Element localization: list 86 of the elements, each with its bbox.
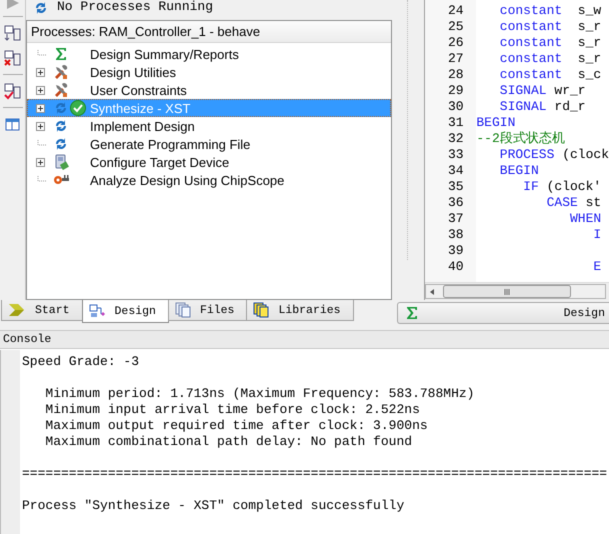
toolbar-button[interactable] bbox=[2, 49, 22, 67]
window-icon bbox=[5, 116, 20, 132]
line-number: 30 bbox=[447, 99, 465, 115]
check-icon bbox=[4, 82, 22, 100]
panel-header: Processes: RAM_Controller_1 - behave bbox=[27, 21, 391, 43]
hierarchy-icon bbox=[88, 303, 106, 319]
refresh-icon bbox=[53, 136, 69, 152]
console-line: Process "Synthesize - XST" completed successfully bbox=[22, 498, 406, 514]
line-number: 40 bbox=[447, 259, 465, 275]
panel-tab[interactable]: Design bbox=[82, 300, 169, 323]
code-text: IF bbox=[522, 179, 539, 195]
sigma-icon bbox=[53, 46, 69, 62]
line-number: 24 bbox=[447, 3, 465, 19]
code-text: WHEN bbox=[568, 211, 602, 227]
console-line: Minimum period: 1.713ns (Maximum Frequency: 583.788MHz) bbox=[44, 386, 476, 402]
sigma-icon bbox=[404, 305, 420, 321]
tools-icon bbox=[53, 82, 69, 98]
code-text: (clock' bbox=[546, 179, 602, 195]
code-text: rd_r bbox=[553, 99, 586, 115]
code-text: s_c bbox=[576, 67, 602, 83]
code-text: s_r bbox=[576, 19, 602, 35]
panel-tab[interactable]: Start bbox=[1, 300, 83, 321]
chevron-icon bbox=[8, 302, 26, 318]
console-line: Minimum input arrival time before clock: 2.522ns bbox=[44, 402, 421, 418]
code-text: CASE bbox=[546, 195, 578, 211]
process-item[interactable]: User Constraints bbox=[27, 81, 391, 99]
code-text: SIGNAL bbox=[498, 83, 547, 99]
panel-tab[interactable]: Files bbox=[168, 300, 248, 321]
console-line: =========================================================================== bbox=[22, 466, 608, 482]
line-number: 29 bbox=[447, 83, 465, 99]
code-text: st bbox=[584, 195, 602, 211]
process-item[interactable]: Implement Design bbox=[27, 117, 391, 135]
code-text: I bbox=[592, 227, 602, 243]
line-number: 34 bbox=[447, 163, 465, 179]
code-text: s_r bbox=[576, 35, 602, 51]
code-text: SIGNAL bbox=[498, 99, 547, 115]
code-text: s_r bbox=[576, 51, 602, 67]
process-item[interactable]: Design Utilities bbox=[27, 63, 391, 81]
line-number: 26 bbox=[447, 35, 465, 51]
console-line: Maximum combinational path delay: No path found bbox=[44, 434, 414, 450]
line-number: 25 bbox=[447, 19, 465, 35]
code-text: constant bbox=[498, 3, 562, 19]
line-number: 28 bbox=[447, 67, 465, 83]
status-text: No Processes Running bbox=[57, 0, 214, 14]
line-number: 33 bbox=[447, 147, 465, 163]
code-text: PROCESS bbox=[498, 147, 554, 163]
code-text: wr_r bbox=[553, 83, 586, 99]
line-number: 32 bbox=[447, 131, 465, 147]
line-number: 39 bbox=[447, 243, 465, 259]
toolbar-button[interactable] bbox=[2, 82, 22, 100]
code-text: E bbox=[592, 259, 602, 275]
process-item[interactable]: Configure Target Device bbox=[27, 153, 391, 171]
add-source-icon bbox=[4, 24, 22, 42]
code-text: s_w bbox=[576, 3, 602, 19]
code-text: (clock bbox=[561, 147, 609, 163]
console-line: Speed Grade: -3 bbox=[22, 354, 140, 370]
console-line: Maximum output required time after clock: 3.900ns bbox=[44, 418, 429, 434]
console-title: Console bbox=[0, 330, 609, 349]
code-text: constant bbox=[498, 67, 562, 83]
remove-source-icon bbox=[4, 50, 22, 66]
toolbar-button[interactable] bbox=[2, 24, 22, 42]
tools-icon bbox=[53, 64, 69, 80]
code-text: BEGIN bbox=[476, 115, 516, 131]
libraries-icon bbox=[253, 302, 270, 318]
line-number: 37 bbox=[447, 211, 465, 227]
panel-tab[interactable]: Libraries bbox=[246, 300, 354, 321]
process-item[interactable]: Design Summary/Reports bbox=[27, 45, 391, 63]
refresh-icon bbox=[53, 100, 69, 116]
files-icon bbox=[174, 302, 191, 318]
line-number: 35 bbox=[447, 179, 465, 195]
line-number: 36 bbox=[447, 195, 465, 211]
line-number: 38 bbox=[447, 227, 465, 243]
line-number: 27 bbox=[447, 51, 465, 67]
refresh-icon bbox=[33, 0, 49, 16]
process-item[interactable]: Generate Programming File bbox=[27, 135, 391, 153]
code-text: constant bbox=[498, 19, 562, 35]
code-text: BEGIN bbox=[498, 163, 539, 179]
line-number: 31 bbox=[447, 115, 465, 131]
refresh-icon bbox=[53, 118, 69, 134]
device-icon bbox=[53, 154, 69, 170]
editor-tab[interactable]: Design bbox=[397, 302, 609, 324]
process-item[interactable]: Analyze Design Using ChipScope bbox=[27, 171, 391, 189]
code-text: constant bbox=[498, 35, 562, 51]
code-text: constant bbox=[498, 51, 562, 67]
code-comment: --2段式状态机 bbox=[476, 131, 565, 147]
play-icon bbox=[4, 0, 20, 9]
